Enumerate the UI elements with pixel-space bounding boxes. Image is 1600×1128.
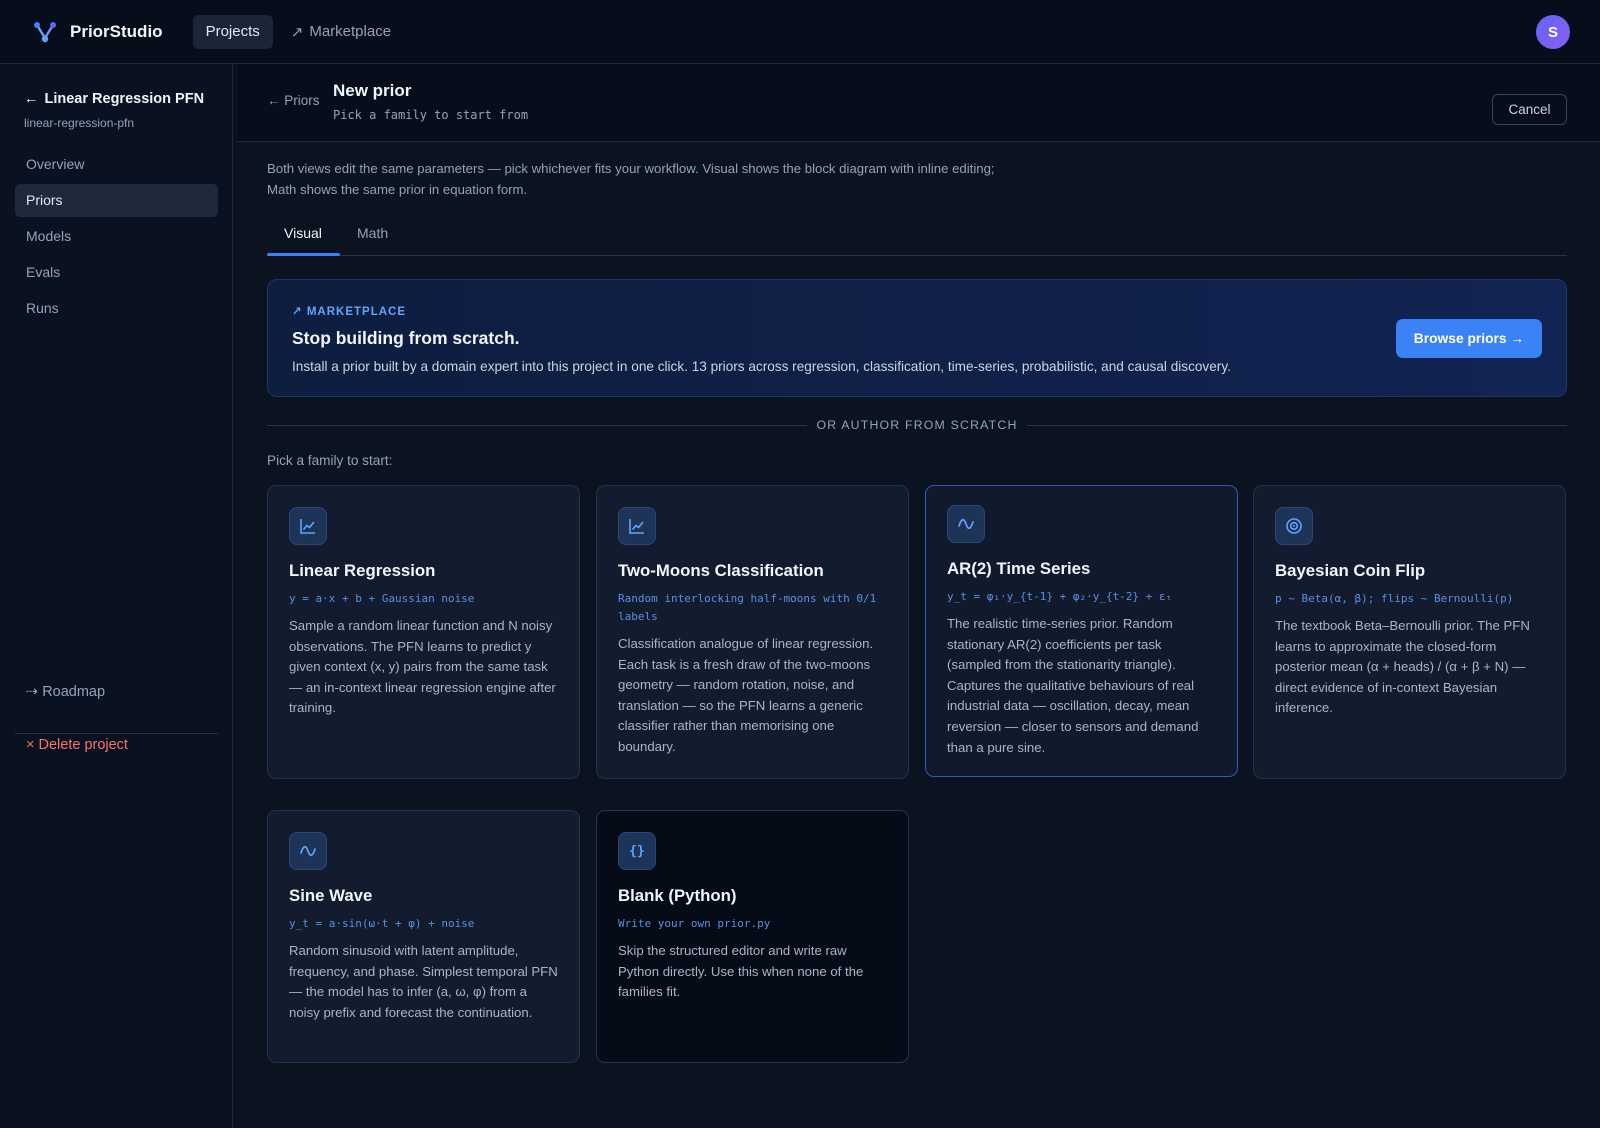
family-title: Blank (Python) <box>618 886 737 905</box>
family-description: Random sinusoid with latent amplitude, f… <box>289 943 558 1020</box>
family-title: Sine Wave <box>289 886 373 905</box>
family-formula: y_t = φ₁·y_{t-1} + φ₂·y_{t-2} + εₜ <box>947 590 1173 603</box>
family-description: Skip the structured editor and write raw… <box>618 943 864 1000</box>
family-description: Classification analogue of linear regres… <box>618 636 874 754</box>
marketplace-banner: ↗ MARKETPLACE Stop building from scratch… <box>267 279 1567 397</box>
family-title: AR(2) Time Series <box>947 559 1091 578</box>
sidebar-divider <box>15 733 218 734</box>
family-title: Two-Moons Classification <box>618 561 824 580</box>
wave-icon <box>947 505 985 543</box>
sidebar-nav: Overview Priors Models Evals Runs <box>15 148 218 328</box>
top-bar: PriorStudio Projects ↗ Marketplace S <box>0 0 1600 64</box>
intro-text: Both views edit the same parameters — pi… <box>267 161 995 197</box>
nav-projects[interactable]: Projects <box>192 14 273 49</box>
project-back-link[interactable]: ← Linear Regression PFN <box>24 91 204 107</box>
arrow-right-icon: ⇢ <box>26 684 39 700</box>
tab-math[interactable]: Math <box>357 225 388 241</box>
family-card-two-moons[interactable]: Two-Moons Classification Random interloc… <box>596 485 909 779</box>
back-link-label: Priors <box>284 93 320 108</box>
logo-icon <box>34 21 56 42</box>
page-subtitle: Pick a family to start from <box>333 108 529 122</box>
nav-marketplace-label: Marketplace <box>309 23 392 40</box>
family-card-bayesian-coin-flip[interactable]: Bayesian Coin Flip p ~ Beta(α, β); flips… <box>1253 485 1566 779</box>
roadmap-label: Roadmap <box>42 684 106 700</box>
sidebar-item-evals[interactable]: Evals <box>15 256 218 289</box>
family-formula: y = a·x + b + Gaussian noise <box>289 592 475 605</box>
line-chart-icon <box>289 507 327 545</box>
sidebar-item-overview[interactable]: Overview <box>15 148 218 181</box>
pick-family-label: Pick a family to start: <box>267 453 393 468</box>
code-braces-icon: {} <box>618 832 656 870</box>
sidebar-item-models[interactable]: Models <box>15 220 218 253</box>
roadmap-link[interactable]: ⇢ Roadmap <box>26 684 105 700</box>
sidebar-item-priors[interactable]: Priors <box>15 184 218 217</box>
arrow-up-right-icon: ↗ <box>292 306 303 318</box>
marketplace-kicker: ↗ MARKETPLACE <box>292 304 406 318</box>
family-description: The textbook Beta–Bernoulli prior. The P… <box>1275 618 1530 716</box>
family-formula: Random interlocking half-moons with 0/1 … <box>618 592 877 623</box>
family-title: Bayesian Coin Flip <box>1275 561 1426 580</box>
browse-priors-button[interactable]: Browse priors → <box>1396 319 1542 358</box>
family-formula: p ~ Beta(α, β); flips ~ Bernoulli(p) <box>1275 592 1514 605</box>
arrow-up-right-icon: ↗ <box>290 23 304 41</box>
family-card-ar2-time-series[interactable]: AR(2) Time Series y_t = φ₁·y_{t-1} + φ₂·… <box>925 485 1238 777</box>
back-to-priors-link[interactable]: ← Priors <box>267 93 320 108</box>
family-card-linear-regression[interactable]: Linear Regression y = a·x + b + Gaussian… <box>267 485 580 779</box>
or-divider: OR AUTHOR FROM SCRATCH <box>267 416 1567 436</box>
avatar[interactable]: S <box>1536 15 1570 49</box>
project-title: Linear Regression PFN <box>44 91 205 107</box>
line-chart-icon <box>618 507 656 545</box>
family-card-blank-python[interactable]: {} Blank (Python) Write your own prior.p… <box>596 810 909 1063</box>
sidebar: ← Linear Regression PFN linear-regressio… <box>0 64 233 1128</box>
family-title: Linear Regression <box>289 561 436 580</box>
marketplace-description: Install a prior built by a domain expert… <box>292 359 1231 374</box>
page-header: ← Priors New prior Pick a family to star… <box>237 64 1600 142</box>
brand[interactable]: PriorStudio <box>32 19 163 45</box>
family-description: Sample a random linear function and N no… <box>289 618 556 716</box>
app-name: PriorStudio <box>70 21 163 41</box>
arrow-left-icon: ← <box>24 91 39 107</box>
delete-project-button[interactable]: × Delete project <box>26 737 128 753</box>
active-tab-indicator <box>267 253 340 256</box>
tab-visual[interactable]: Visual <box>284 225 322 241</box>
view-tabs: Visual Math <box>267 216 1567 256</box>
target-icon <box>1275 507 1313 545</box>
wave-icon <box>289 832 327 870</box>
delete-project-label: Delete project <box>38 737 128 753</box>
divider-line-right <box>1027 425 1567 426</box>
family-formula: Write your own prior.py <box>618 917 771 930</box>
page-title: New prior <box>333 81 412 100</box>
family-description: The realistic time-series prior. Random … <box>947 616 1199 755</box>
close-icon: × <box>26 737 35 753</box>
marketplace-title: Stop building from scratch. <box>292 328 520 348</box>
cancel-button[interactable]: Cancel <box>1492 94 1567 125</box>
marketplace-kicker-label: MARKETPLACE <box>306 306 407 318</box>
project-slug: linear-regression-pfn <box>24 116 135 130</box>
nav-marketplace[interactable]: ↗ Marketplace <box>291 23 391 41</box>
family-card-sine-wave[interactable]: Sine Wave y_t = a·sin(ω·t + φ) + noise R… <box>267 810 580 1063</box>
family-formula: y_t = a·sin(ω·t + φ) + noise <box>289 917 475 930</box>
sidebar-item-runs[interactable]: Runs <box>15 292 218 325</box>
arrow-left-icon: ← <box>267 93 281 108</box>
